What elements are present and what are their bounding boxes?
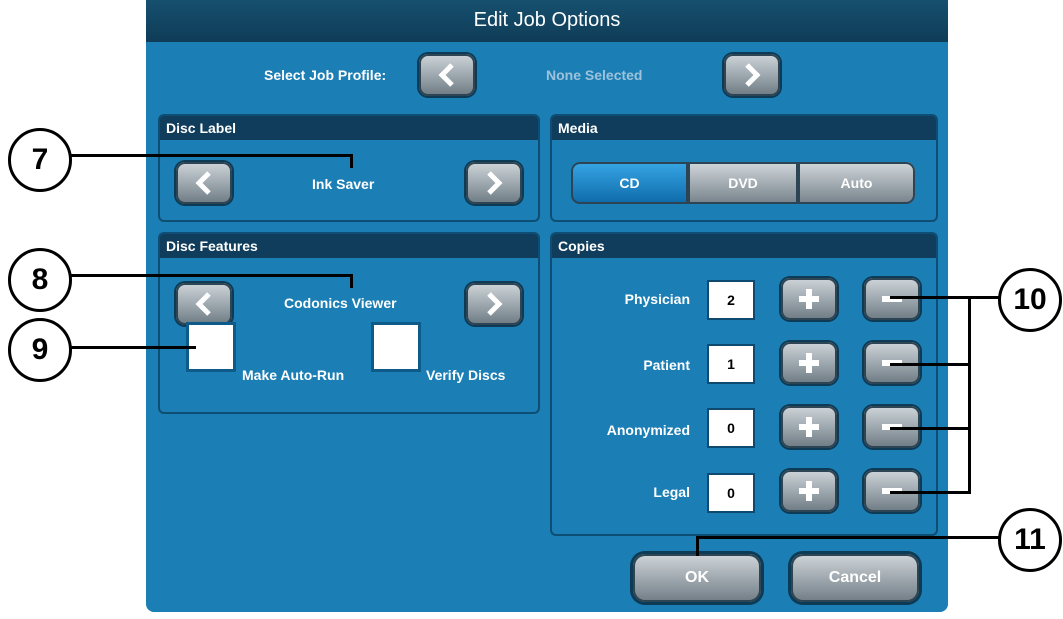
- viewer-next-button[interactable]: [466, 283, 522, 325]
- profile-value: None Selected: [546, 67, 643, 83]
- plus-icon: [799, 289, 819, 309]
- copies-count: 0: [707, 408, 755, 448]
- callout-8: 8: [8, 248, 72, 312]
- media-auto-option[interactable]: Auto: [798, 162, 915, 204]
- callout-9-line: [68, 346, 196, 349]
- copies-row-label: Anonymized: [606, 422, 690, 438]
- select-job-profile-label: Select Job Profile:: [264, 67, 387, 83]
- callout-11: 11: [998, 508, 1062, 572]
- chevron-right-icon: [487, 171, 503, 195]
- profile-prev-button[interactable]: [419, 54, 475, 96]
- chevron-left-icon: [438, 63, 454, 87]
- disc-label-heading: Disc Label: [160, 116, 538, 140]
- plus-icon: [799, 417, 819, 437]
- copies-row-label: Patient: [643, 357, 690, 373]
- callout-11-line: [696, 536, 1000, 539]
- chevron-right-icon: [487, 292, 503, 316]
- verify-discs-checkbox[interactable]: [371, 322, 421, 372]
- callout-8-line: [68, 274, 352, 277]
- media-dvd-option[interactable]: DVD: [688, 162, 798, 204]
- disc-label-prev-button[interactable]: [176, 162, 232, 204]
- copies-plus-button[interactable]: [781, 278, 837, 320]
- callout-10-line: [890, 491, 970, 494]
- callout-7: 7: [8, 128, 72, 192]
- viewer-prev-button[interactable]: [176, 283, 232, 325]
- copies-row-label: Legal: [653, 484, 690, 500]
- copies-minus-button[interactable]: [864, 278, 920, 320]
- callout-10-line: [968, 296, 971, 494]
- callout-10-line: [890, 296, 1000, 299]
- plus-icon: [799, 353, 819, 373]
- edit-job-options-dialog: Edit Job Options Select Job Profile: Non…: [146, 0, 948, 612]
- disc-label-value: Ink Saver: [312, 176, 375, 192]
- chevron-left-icon: [195, 171, 211, 195]
- callout-10-line: [890, 363, 970, 366]
- callout-10: 10: [998, 268, 1062, 332]
- copies-count: 2: [707, 280, 755, 320]
- viewer-value: Codonics Viewer: [284, 295, 397, 311]
- verify-discs-label: Verify Discs: [426, 367, 506, 383]
- profile-next-button[interactable]: [724, 54, 780, 96]
- plus-icon: [799, 481, 819, 501]
- cancel-button[interactable]: Cancel: [791, 554, 919, 602]
- copies-plus-button[interactable]: [781, 342, 837, 384]
- disc-features-heading: Disc Features: [160, 234, 538, 258]
- callout-9: 9: [8, 318, 72, 382]
- copies-plus-button[interactable]: [781, 406, 837, 448]
- make-auto-run-label: Make Auto-Run: [242, 367, 345, 383]
- ok-button[interactable]: OK: [633, 554, 761, 602]
- copies-row-label: Physician: [624, 291, 690, 307]
- copies-heading: Copies: [552, 234, 936, 258]
- copies-count: 1: [707, 344, 755, 384]
- callout-8-line: [350, 274, 353, 288]
- callout-7-line: [68, 154, 352, 157]
- copies-count: 0: [707, 473, 755, 513]
- callout-10-line: [890, 427, 970, 430]
- callout-7-line: [350, 154, 353, 168]
- dialog-title: Edit Job Options: [146, 0, 948, 42]
- minus-icon: [882, 296, 902, 302]
- chevron-right-icon: [745, 63, 761, 87]
- copies-plus-button[interactable]: [781, 470, 837, 512]
- media-heading: Media: [552, 116, 936, 140]
- media-cd-option[interactable]: CD: [571, 162, 688, 204]
- callout-11-line: [696, 536, 699, 556]
- chevron-left-icon: [195, 292, 211, 316]
- disc-label-next-button[interactable]: [466, 162, 522, 204]
